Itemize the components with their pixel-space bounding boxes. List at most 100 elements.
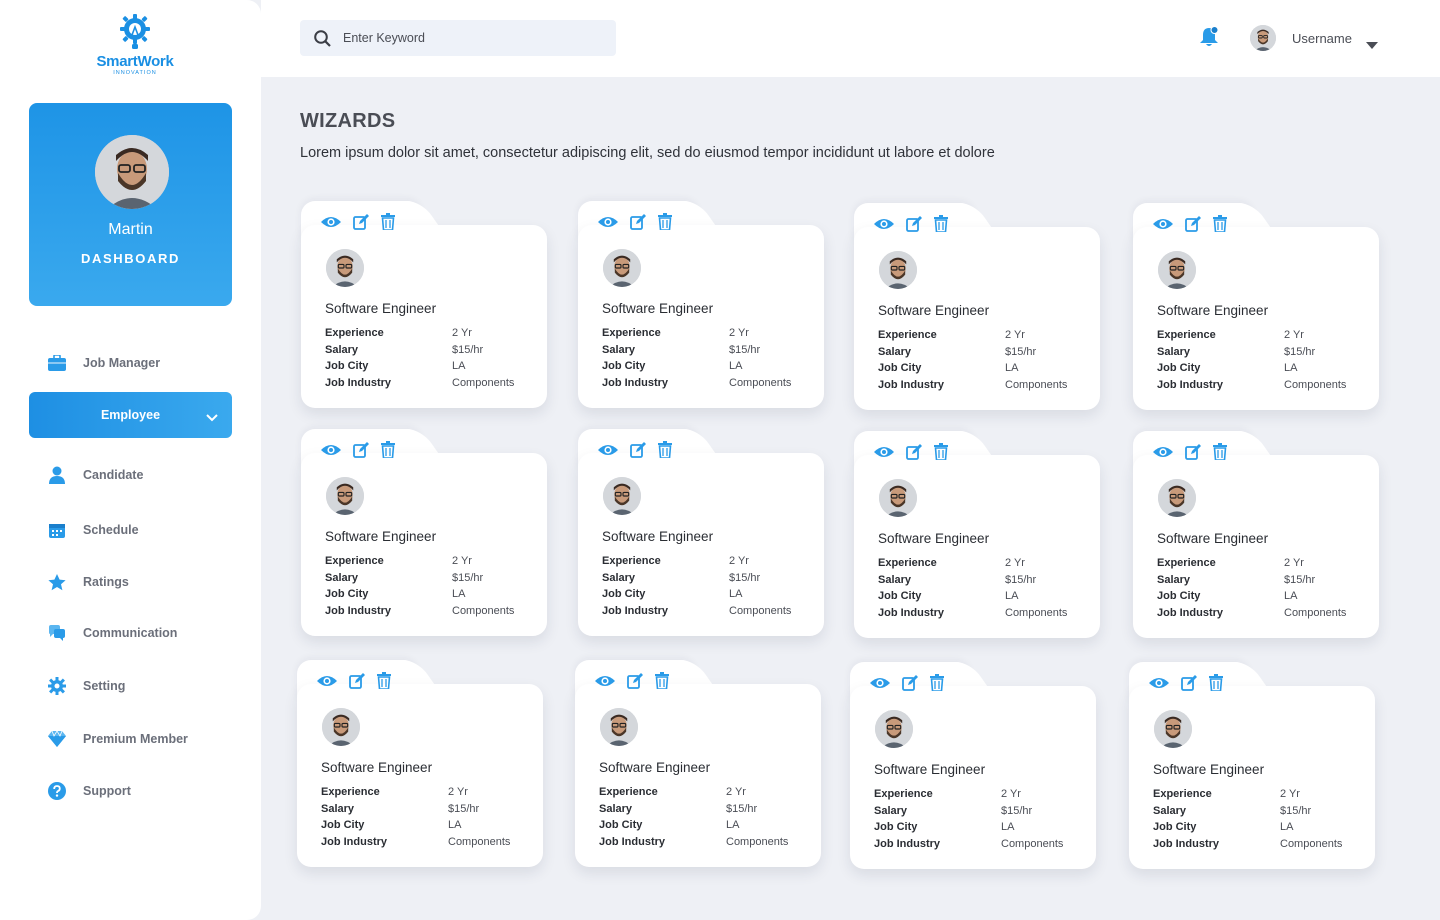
detail-value: Components xyxy=(448,835,511,848)
wizard-card[interactable]: Software Engineer Experience 2 Yr Salary $1… xyxy=(850,662,1096,869)
brand-logo[interactable]: SmartWork INNOVATION xyxy=(88,14,182,80)
card-details: Experience 2 Yr Salary $15/hr Job City LA Job … xyxy=(1157,557,1367,623)
profile-role: DASHBOARD xyxy=(81,251,180,266)
caret-down-icon[interactable] xyxy=(1366,36,1378,54)
sidebar-item-communication[interactable]: Communication xyxy=(29,610,232,656)
avatar[interactable] xyxy=(1250,25,1276,51)
detail-value: 2 Yr xyxy=(452,327,472,339)
edit-icon[interactable] xyxy=(1185,215,1201,232)
wizard-card[interactable]: Software Engineer Experience 2 Yr Salary $1… xyxy=(575,660,821,867)
wizard-card[interactable]: Software Engineer Experience 2 Yr Salary $1… xyxy=(1133,431,1379,638)
delete-icon[interactable] xyxy=(1213,443,1227,460)
sidebar-item-employee[interactable]: Employee xyxy=(29,392,232,438)
edit-icon[interactable] xyxy=(906,443,922,460)
detail-row: Experience 2 Yr xyxy=(602,555,812,572)
sidebar-item-premium-member[interactable]: Premium Member xyxy=(29,716,232,762)
avatar-portrait-icon xyxy=(326,477,364,515)
view-icon[interactable] xyxy=(1149,677,1169,689)
view-icon[interactable] xyxy=(595,675,615,687)
delete-icon[interactable] xyxy=(658,441,672,458)
edit-icon[interactable] xyxy=(353,441,369,458)
detail-row: Salary $15/hr xyxy=(321,803,531,820)
search-box[interactable] xyxy=(300,20,616,56)
delete-icon[interactable] xyxy=(377,672,391,689)
wizard-card[interactable]: Software Engineer Experience 2 Yr Salary $1… xyxy=(297,660,543,867)
wizard-card[interactable]: Software Engineer Experience 2 Yr Salary $1… xyxy=(854,203,1100,410)
edit-icon[interactable] xyxy=(902,674,918,691)
detail-value: $15/hr xyxy=(726,802,758,815)
detail-row: Salary $15/hr xyxy=(1153,805,1363,822)
avatar xyxy=(326,477,364,515)
sidebar-item-candidate[interactable]: Candidate xyxy=(29,452,232,498)
view-icon[interactable] xyxy=(317,675,337,687)
edit-icon[interactable] xyxy=(630,213,646,230)
delete-icon[interactable] xyxy=(1213,215,1227,232)
sidebar-item-label: Communication xyxy=(83,626,178,640)
wizard-card[interactable]: Software Engineer Experience 2 Yr Salary $1… xyxy=(1133,203,1379,410)
view-icon[interactable] xyxy=(598,216,618,228)
detail-row: Job Industry Components xyxy=(602,377,812,394)
delete-icon[interactable] xyxy=(934,215,948,232)
wizard-card[interactable]: Software Engineer Experience 2 Yr Salary $1… xyxy=(1129,662,1375,869)
detail-value: LA xyxy=(452,588,466,600)
profile-card[interactable]: Martin DASHBOARD xyxy=(29,103,232,306)
help-icon xyxy=(47,781,67,801)
sidebar-item-job-manager[interactable]: Job Manager xyxy=(29,340,232,386)
wizard-card[interactable]: Software Engineer Experience 2 Yr Salary $1… xyxy=(301,201,547,408)
view-icon[interactable] xyxy=(598,444,618,456)
delete-icon[interactable] xyxy=(381,213,395,230)
edit-icon[interactable] xyxy=(1185,443,1201,460)
edit-icon[interactable] xyxy=(353,213,369,230)
wizard-card[interactable]: Software Engineer Experience 2 Yr Salary $1… xyxy=(578,429,824,636)
view-icon[interactable] xyxy=(874,218,894,230)
wizard-card[interactable]: Software Engineer Experience 2 Yr Salary $1… xyxy=(578,201,824,408)
delete-icon[interactable] xyxy=(655,672,669,689)
delete-icon[interactable] xyxy=(658,213,672,230)
view-icon[interactable] xyxy=(870,677,890,689)
delete-icon[interactable] xyxy=(930,674,944,691)
delete-icon[interactable] xyxy=(934,443,948,460)
detail-value: Components xyxy=(1005,606,1068,619)
avatar-portrait-icon xyxy=(875,710,913,748)
search-input[interactable] xyxy=(343,31,583,45)
card-details: Experience 2 Yr Salary $15/hr Job City LA Job … xyxy=(599,786,809,852)
card-title: Software Engineer xyxy=(878,303,990,318)
wizard-card[interactable]: Software Engineer Experience 2 Yr Salary $1… xyxy=(301,429,547,636)
edit-icon[interactable] xyxy=(349,672,365,689)
edit-icon[interactable] xyxy=(630,441,646,458)
view-icon[interactable] xyxy=(321,216,341,228)
detail-value: Components xyxy=(729,376,792,389)
detail-label: Job Industry xyxy=(325,376,392,389)
sidebar-item-ratings[interactable]: Ratings xyxy=(29,559,232,605)
sidebar-item-setting[interactable]: Setting xyxy=(29,663,232,709)
card-title: Software Engineer xyxy=(1157,531,1269,546)
detail-row: Job City LA xyxy=(602,360,812,377)
wizard-card[interactable]: Software Engineer Experience 2 Yr Salary $1… xyxy=(854,431,1100,638)
view-icon[interactable] xyxy=(874,446,894,458)
sidebar-item-support[interactable]: Support xyxy=(29,768,232,814)
detail-row: Job Industry Components xyxy=(878,607,1088,624)
view-icon[interactable] xyxy=(1153,218,1173,230)
detail-row: Job City LA xyxy=(321,819,531,836)
edit-icon[interactable] xyxy=(1181,674,1197,691)
detail-row: Job City LA xyxy=(599,819,809,836)
sidebar-item-label: Support xyxy=(83,784,131,798)
notification-bell-icon[interactable] xyxy=(1199,26,1219,53)
detail-label: Experience xyxy=(1153,788,1212,800)
edit-icon[interactable] xyxy=(906,215,922,232)
detail-value: Components xyxy=(452,604,515,617)
delete-icon[interactable] xyxy=(381,441,395,458)
username-label[interactable]: Username xyxy=(1292,31,1352,46)
detail-label: Job City xyxy=(1157,362,1201,374)
detail-value: $15/hr xyxy=(1284,573,1316,586)
detail-label: Job City xyxy=(878,590,922,602)
avatar xyxy=(95,135,169,209)
view-icon[interactable] xyxy=(321,444,341,456)
card-title: Software Engineer xyxy=(325,529,437,544)
edit-icon[interactable] xyxy=(627,672,643,689)
sidebar-item-schedule[interactable]: Schedule xyxy=(29,507,232,553)
profile-name: Martin xyxy=(108,221,153,238)
avatar xyxy=(1158,251,1196,289)
view-icon[interactable] xyxy=(1153,446,1173,458)
delete-icon[interactable] xyxy=(1209,674,1223,691)
